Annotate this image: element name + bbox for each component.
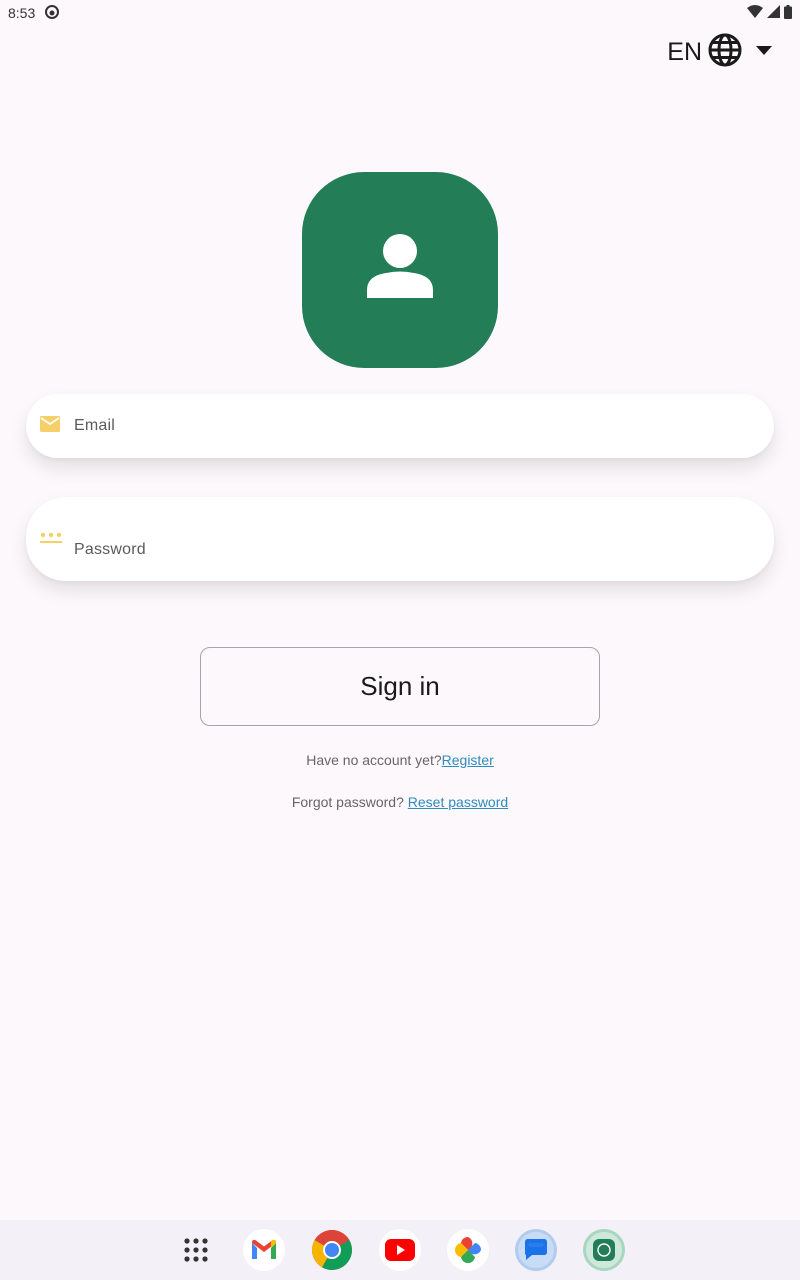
youtube-icon[interactable]: [379, 1229, 421, 1271]
photos-icon[interactable]: [447, 1229, 489, 1271]
gmail-icon[interactable]: [243, 1229, 285, 1271]
chrome-icon[interactable]: [311, 1229, 353, 1271]
forgot-password-text: Forgot password?: [291, 794, 408, 810]
status-time: 8:53: [8, 5, 36, 21]
messages-icon[interactable]: [515, 1229, 557, 1271]
register-row: Have no account yet?Register: [0, 752, 800, 768]
password-field[interactable]: Password: [26, 497, 774, 581]
app-dock: [0, 1220, 800, 1280]
email-label: Email: [74, 417, 116, 434]
reset-row: Forgot password? Reset password: [0, 794, 800, 810]
password-label: Password: [74, 541, 146, 558]
password-icon: [40, 531, 62, 549]
email-field[interactable]: Email: [26, 394, 774, 458]
language-selector[interactable]: EN: [667, 32, 772, 72]
status-bar: 8:53: [0, 0, 800, 26]
register-link[interactable]: Register: [442, 752, 494, 768]
globe-icon: [708, 33, 742, 72]
battery-icon: [784, 4, 792, 22]
notification-icon: [45, 4, 60, 22]
avatar: [302, 172, 498, 368]
sign-in-button[interactable]: Sign in: [200, 647, 600, 726]
reset-password-link[interactable]: Reset password: [408, 794, 508, 810]
no-account-text: Have no account yet?: [306, 752, 442, 768]
wifi-icon: [747, 5, 763, 21]
app-icon[interactable]: [583, 1229, 625, 1271]
signal-icon: [767, 5, 780, 21]
app-drawer-icon[interactable]: [175, 1229, 217, 1271]
mail-icon: [40, 416, 60, 437]
chevron-down-icon: [756, 43, 772, 61]
language-code: EN: [667, 37, 702, 66]
person-icon: [364, 232, 436, 309]
